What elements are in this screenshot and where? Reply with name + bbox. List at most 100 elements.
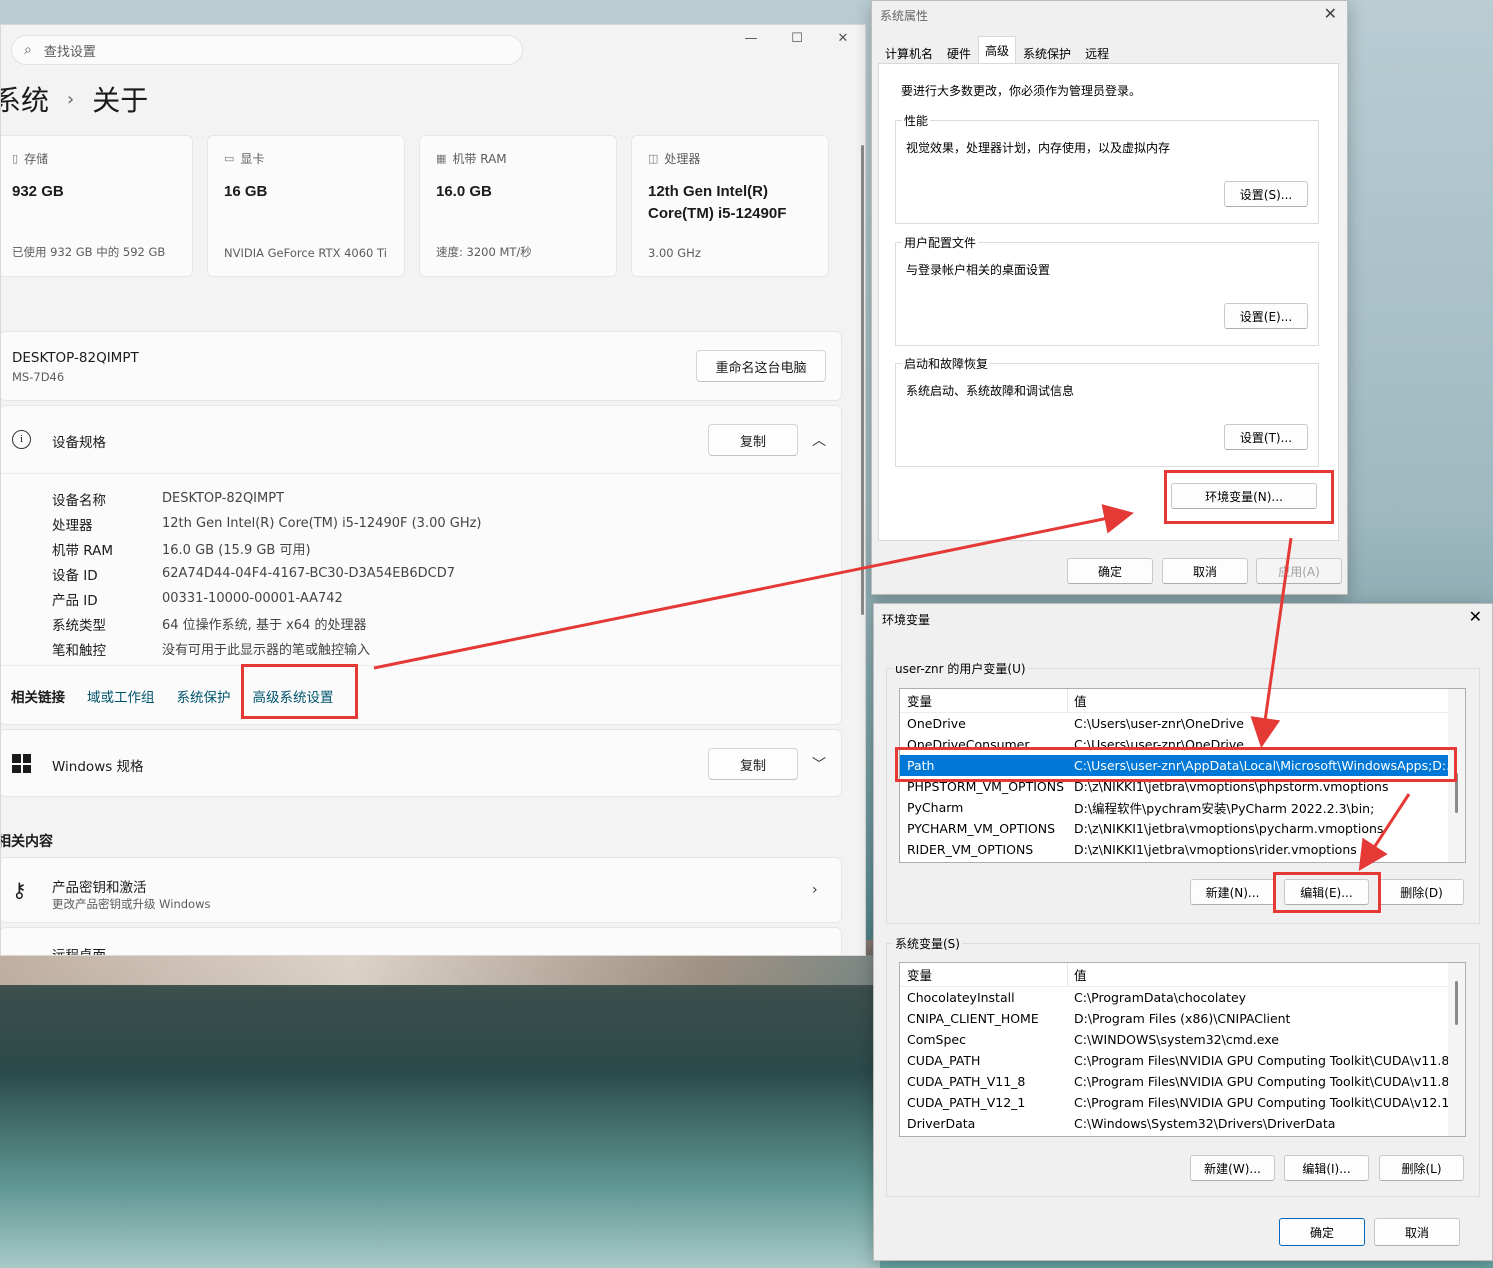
window-controls: — ☐ ✕ — [743, 31, 851, 46]
copy-spec-button[interactable]: 复制 — [708, 424, 798, 456]
table-row[interactable]: ComSpec C:\WINDOWS\system32\cmd.exe — [900, 1029, 1465, 1050]
gpu-icon: ▭ — [224, 152, 235, 165]
performance-settings-button[interactable]: 设置(S)... — [1224, 181, 1308, 207]
card-label: 显卡 — [240, 152, 265, 166]
table-row[interactable]: CUDA_PATH C:\Program Files\NVIDIA GPU Com… — [900, 1050, 1465, 1071]
variable-value: C:\ProgramData\chocolatey — [1074, 990, 1247, 1005]
ram-card[interactable]: ▦ 机带 RAM 16.0 GB 速度: 3200 MT/秒 — [419, 135, 617, 277]
spec-value: 00331-10000-00001-AA742 — [162, 591, 343, 606]
cpu-icon: ◫ — [648, 152, 659, 165]
performance-label: 性能 — [902, 112, 931, 129]
cancel-button[interactable]: 取消 — [1374, 1218, 1460, 1246]
environment-variables-dialog: 环境变量 ✕ user-znr 的用户变量(U) 变量 值 OneDrive C:… — [873, 603, 1493, 1261]
ok-button[interactable]: 确定 — [1067, 558, 1153, 584]
startup-settings-button[interactable]: 设置(T)... — [1224, 424, 1308, 450]
table-row[interactable]: CNIPA_CLIENT_HOME D:\Program Files (x86)\… — [900, 1008, 1465, 1029]
variable-value: D:\z\NIKKI1\jetbra\vmoptions\pycharm.vmo… — [1074, 821, 1384, 836]
startup-recovery-label: 启动和故障恢复 — [902, 355, 991, 372]
table-row[interactable]: CUDA_PATH_V12_1 C:\Program Files\NVIDIA G… — [900, 1092, 1465, 1113]
variable-value: C:\Program Files\NVIDIA GPU Computing To… — [1074, 1095, 1450, 1110]
column-header-value[interactable]: 值 — [1068, 691, 1087, 710]
card-label: 存储 — [24, 152, 49, 166]
chevron-down-icon[interactable]: ﹀ — [812, 754, 826, 774]
card-value: 12th Gen Intel(R) Core(TM) i5-12490F — [648, 183, 787, 222]
chevron-up-icon[interactable]: ︿ — [812, 430, 826, 450]
close-icon[interactable]: ✕ — [835, 31, 851, 46]
product-key-sub: 更改产品密钥或升级 Windows — [52, 897, 211, 911]
table-row[interactable]: ChocolateyInstall C:\ProgramData\chocolat… — [900, 987, 1465, 1008]
spec-row: 笔和触控 没有可用于此显示器的笔或触控输入 — [52, 636, 482, 661]
close-icon[interactable]: ✕ — [1469, 607, 1482, 626]
spec-key: 设备名称 — [52, 492, 106, 509]
dialog-title: 系统属性 — [880, 9, 929, 23]
table-row[interactable]: CUDA_PATH_V11_8 C:\Program Files\NVIDIA G… — [900, 1071, 1465, 1092]
highlight-env-button — [1164, 470, 1334, 524]
spec-row: 系统类型 64 位操作系统, 基于 x64 的处理器 — [52, 611, 482, 636]
close-icon[interactable]: ✕ — [1324, 4, 1337, 23]
cancel-button[interactable]: 取消 — [1162, 558, 1248, 584]
table-row[interactable]: OneDrive C:\Users\user-znr\OneDrive — [900, 713, 1465, 734]
admin-note: 要进行大多数更改，你必须作为管理员登录。 — [901, 84, 1142, 98]
user-profiles-label: 用户配置文件 — [902, 234, 979, 251]
table-row[interactable]: PYCHARM_VM_OPTIONS D:\z\NIKKI1\jetbra\vmo… — [900, 818, 1465, 839]
system-edit-button[interactable]: 编辑(I)... — [1284, 1155, 1369, 1181]
table-row[interactable]: PyCharm D:\编程软件\pychram安装\PyCharm 2022.2.… — [900, 797, 1465, 818]
variable-value: C:\Program Files\NVIDIA GPU Computing To… — [1074, 1074, 1450, 1089]
pc-name-panel: DESKTOP-82QIMPT MS-7D46 重命名这台电脑 — [1, 331, 842, 401]
spec-value: 没有可用于此显示器的笔或触控输入 — [162, 643, 371, 658]
column-header-variable[interactable]: 变量 — [900, 689, 1068, 712]
remote-desktop-row[interactable]: 远程桌面 — [1, 927, 842, 955]
rename-pc-button[interactable]: 重命名这台电脑 — [696, 350, 826, 382]
column-header-value[interactable]: 值 — [1068, 965, 1087, 984]
copy-windows-spec-button[interactable]: 复制 — [708, 748, 798, 780]
apply-button[interactable]: 应用(A) — [1256, 558, 1342, 584]
user-delete-button[interactable]: 删除(D) — [1379, 879, 1464, 905]
column-header-variable[interactable]: 变量 — [900, 963, 1068, 986]
highlight-edit-button — [1273, 872, 1381, 913]
variable-value: C:\WINDOWS\system32\cmd.exe — [1074, 1032, 1279, 1047]
maximize-icon[interactable]: ☐ — [789, 31, 805, 46]
spec-key: 机带 RAM — [52, 542, 114, 559]
breadcrumb-parent[interactable]: 系统 — [1, 79, 49, 119]
system-delete-button[interactable]: 删除(L) — [1379, 1155, 1464, 1181]
cpu-card[interactable]: ◫ 处理器 12th Gen Intel(R) Core(TM) i5-12490… — [631, 135, 829, 277]
user-variables-label: user-znr 的用户变量(U) — [893, 660, 1028, 677]
product-key-row[interactable]: ⚷ 产品密钥和激活 更改产品密钥或升级 Windows › — [1, 857, 842, 923]
settings-scrollbar[interactable] — [861, 145, 864, 615]
gpu-card[interactable]: ▭ 显卡 16 GB NVIDIA GeForce RTX 4060 Ti — [207, 135, 405, 277]
variable-name: CUDA_PATH — [907, 1053, 981, 1068]
device-spec-header[interactable]: i 设备规格 复制 ︿ — [1, 406, 841, 474]
user-new-button[interactable]: 新建(N)... — [1190, 879, 1275, 905]
minimize-icon[interactable]: — — [743, 31, 759, 46]
domain-workgroup-link[interactable]: 域或工作组 — [87, 686, 155, 706]
variable-name: ComSpec — [907, 1032, 966, 1047]
table-row[interactable]: RIDER_VM_OPTIONS D:\z\NIKKI1\jetbra\vmopt… — [900, 839, 1465, 860]
ok-button[interactable]: 确定 — [1279, 1218, 1365, 1246]
system-variables-list[interactable]: 变量 值 ChocolateyInstall C:\ProgramData\cho… — [899, 962, 1466, 1137]
startup-recovery-group: 启动和故障恢复 系统启动、系统故障和调试信息 设置(T)... — [895, 355, 1319, 467]
chevron-right-icon: › — [812, 882, 818, 898]
spec-value: 62A74D44-04F4-4167-BC30-D3A54EB6DCD7 — [162, 566, 456, 581]
card-sub: 3.00 GHz — [648, 246, 701, 260]
table-row[interactable]: DriverData C:\Windows\System32\Drivers\Dr… — [900, 1113, 1465, 1134]
card-value: 932 GB — [12, 183, 64, 200]
system-protection-link[interactable]: 系统保护 — [177, 686, 231, 706]
performance-group: 性能 视觉效果，处理器计划，内存使用，以及虚拟内存 设置(S)... — [895, 112, 1319, 224]
variable-name: ChocolateyInstall — [907, 990, 1015, 1005]
variable-value: D:\编程软件\pychram安装\PyCharm 2022.2.3\bin; — [1074, 801, 1375, 816]
search-input[interactable]: ⌕ 查找设置 — [11, 35, 523, 65]
storage-card[interactable]: ▯ 存储 932 GB 已使用 932 GB 中的 592 GB — [1, 135, 193, 277]
variable-name: CUDA_PATH_V12_1 — [907, 1095, 1026, 1110]
system-list-scrollbar[interactable] — [1448, 963, 1465, 1136]
system-new-button[interactable]: 新建(W)... — [1190, 1155, 1275, 1181]
windows-logo-icon — [12, 754, 31, 773]
spec-key: 系统类型 — [52, 617, 106, 634]
user-profiles-settings-button[interactable]: 设置(E)... — [1224, 303, 1308, 329]
variable-name: PYCHARM_VM_OPTIONS — [907, 821, 1056, 836]
user-profiles-group: 用户配置文件 与登录帐户相关的桌面设置 设置(E)... — [895, 234, 1319, 346]
performance-desc: 视觉效果，处理器计划，内存使用，以及虚拟内存 — [906, 141, 1171, 155]
desktop-wallpaper — [0, 940, 880, 1268]
key-icon: ⚷ — [12, 878, 27, 902]
windows-spec-panel[interactable]: Windows 规格 复制 ﹀ — [1, 729, 842, 797]
pc-name: DESKTOP-82QIMPT — [12, 350, 139, 366]
